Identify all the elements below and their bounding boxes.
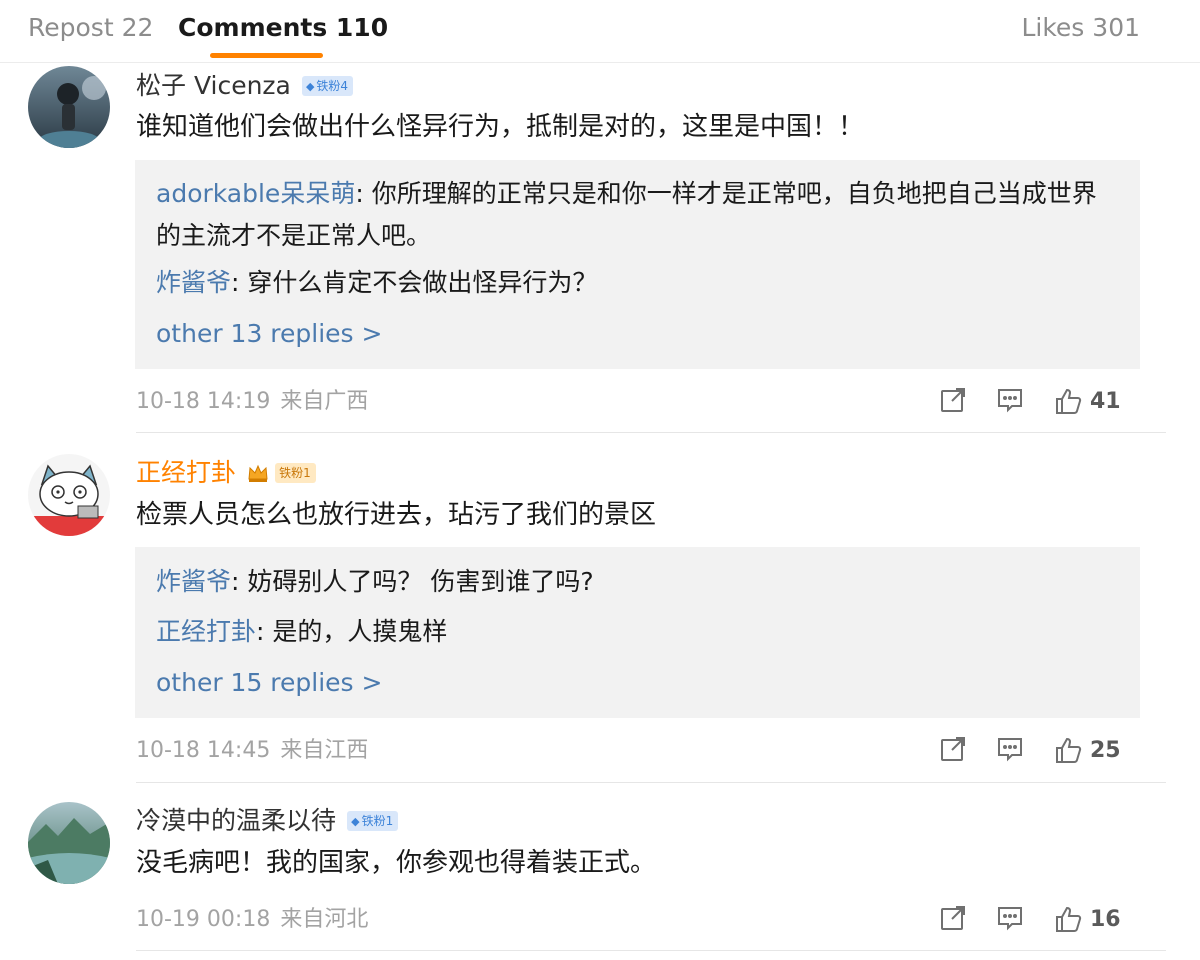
divider (136, 782, 1166, 783)
fan-badge-label: 铁粉1 (361, 814, 394, 828)
reply-text: : 是的，人摸鬼样 (256, 617, 448, 646)
fan-badge[interactable]: ◆ 铁粉4 (301, 76, 354, 96)
reply-username[interactable]: 炸酱爷 (156, 567, 231, 596)
reply-text: : 穿什么肯定不会做出怪异行为？ (231, 268, 598, 297)
comment-icon[interactable] (997, 736, 1023, 762)
comment-actions: 41 (940, 387, 1140, 417)
comment-header: 冷漠中的温柔以待 ◆ 铁粉1 (136, 804, 399, 838)
reply-item[interactable]: 炸酱爷: 妨碍别人了吗？ 伤害到谁了吗? (156, 561, 1116, 603)
reply-username[interactable]: 正经打卦 (156, 617, 256, 646)
diamond-icon: ◆ (351, 815, 360, 828)
comment-meta: 10-18 14:19 来自广西 (136, 387, 368, 417)
share-icon[interactable] (940, 736, 966, 762)
avatar[interactable] (28, 454, 110, 536)
divider (136, 432, 1166, 433)
comment-header: 正经打卦 铁粉1 (136, 456, 316, 490)
comment-actions: 25 (940, 736, 1140, 766)
comment-header: 松子 Vicenza ◆ 铁粉4 (136, 69, 354, 103)
more-replies-link[interactable]: other 13 replies > (156, 317, 382, 351)
reply-box[interactable]: adorkable呆呆萌: 你所理解的正常只是和你一样才是正常吧，自负地把自己当… (135, 160, 1140, 369)
comment-meta: 10-19 00:18 来自河北 (136, 905, 368, 935)
tab-likes[interactable]: Likes 301 (1021, 12, 1140, 44)
share-icon[interactable] (940, 905, 966, 931)
timestamp: 10-19 00:18 (136, 907, 271, 932)
reply-username[interactable]: 炸酱爷 (156, 268, 231, 297)
like-button[interactable]: 25 (1054, 736, 1121, 764)
like-count: 16 (1090, 907, 1121, 932)
comment-meta: 10-18 14:45 来自江西 (136, 736, 368, 766)
fan-badge-label: 铁粉1 (279, 466, 311, 480)
reply-item[interactable]: adorkable呆呆萌: 你所理解的正常只是和你一样才是正常吧，自负地把自己当… (156, 173, 1116, 257)
active-tab-indicator (210, 53, 323, 58)
like-button[interactable]: 16 (1054, 905, 1121, 933)
comment-text: 检票人员怎么也放行进去，玷污了我们的景区 (136, 500, 657, 530)
reply-username[interactable]: adorkable呆呆萌 (156, 179, 355, 208)
more-replies-link[interactable]: other 15 replies > (156, 666, 382, 700)
tab-bar: Repost 22 Comments 110 Likes 301 (0, 0, 1200, 63)
crown-icon (247, 463, 269, 483)
location: 来自江西 (280, 738, 369, 763)
avatar[interactable] (28, 802, 110, 884)
tab-comments[interactable]: Comments 110 (178, 12, 388, 44)
username[interactable]: 正经打卦 (136, 458, 236, 487)
username[interactable]: 松子 Vicenza (136, 71, 291, 100)
fan-badge[interactable]: 铁粉1 (275, 463, 316, 483)
location: 来自广西 (280, 389, 369, 414)
comment-actions: 16 (940, 905, 1140, 935)
share-icon[interactable] (940, 387, 966, 413)
reply-box[interactable]: 炸酱爷: 妨碍别人了吗？ 伤害到谁了吗? 正经打卦: 是的，人摸鬼样 other… (135, 547, 1140, 718)
username[interactable]: 冷漠中的温柔以待 (136, 806, 336, 835)
comment-icon[interactable] (997, 905, 1023, 931)
comment-icon[interactable] (997, 387, 1023, 413)
fan-badge-label: 铁粉4 (316, 79, 349, 93)
like-count: 41 (1090, 389, 1121, 414)
tab-repost[interactable]: Repost 22 (28, 12, 153, 44)
divider (136, 950, 1166, 951)
reply-item[interactable]: 炸酱爷: 穿什么肯定不会做出怪异行为？ (156, 262, 1116, 304)
timestamp: 10-18 14:45 (136, 738, 271, 763)
comment-text: 没毛病吧！我的国家，你参观也得着装正式。 (136, 848, 657, 878)
reply-text: : 妨碍别人了吗？ 伤害到谁了吗? (231, 567, 594, 596)
like-count: 25 (1090, 738, 1121, 763)
location: 来自河北 (280, 907, 369, 932)
diamond-icon: ◆ (305, 80, 315, 93)
reply-item[interactable]: 正经打卦: 是的，人摸鬼样 (156, 611, 1116, 653)
fan-badge[interactable]: ◆ 铁粉1 (347, 811, 399, 831)
comment-text: 谁知道他们会做出什么怪异行为，抵制是对的，这里是中国！！ (136, 112, 865, 142)
timestamp: 10-18 14:19 (136, 389, 271, 414)
avatar[interactable] (28, 66, 110, 148)
like-button[interactable]: 41 (1054, 387, 1121, 415)
